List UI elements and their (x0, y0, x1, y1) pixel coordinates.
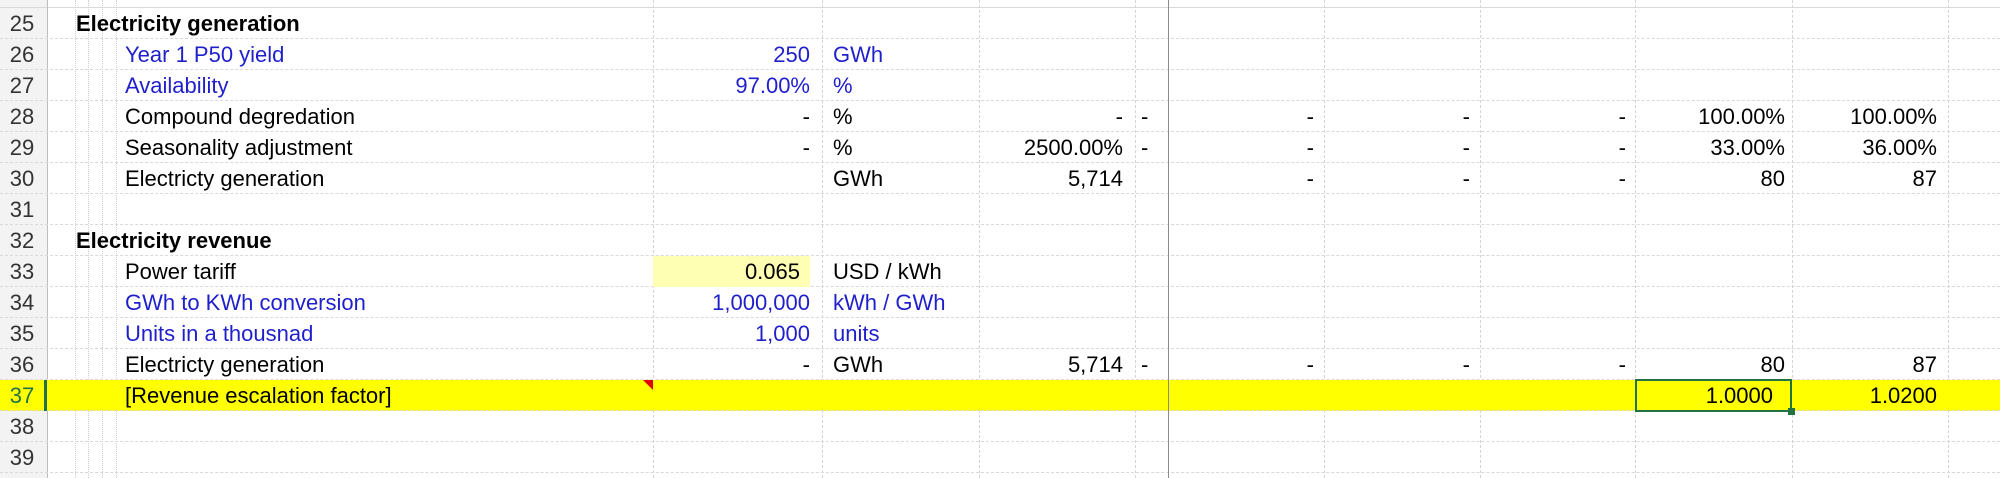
total-cell[interactable]: 2500.00% (979, 132, 1123, 163)
row-label[interactable]: [Revenue escalation factor] (125, 380, 645, 411)
timeline-cell-5[interactable]: 80 (1635, 163, 1785, 194)
total-cell[interactable]: - (979, 101, 1123, 132)
timeline-cell-4[interactable]: - (1536, 163, 1626, 194)
sheet-row-33[interactable]: 33 Power tariff 0.065 USD / kWh (0, 256, 2000, 287)
timeline-cell-2[interactable]: - (1224, 349, 1314, 380)
sheet-row-37[interactable]: 37 [Revenue escalation factor] 1.0000 1.020… (0, 379, 2000, 415)
selected-cell-outline[interactable] (1635, 379, 1792, 412)
row-number[interactable]: 29 (0, 132, 44, 163)
section-heading[interactable]: Electricity revenue (76, 225, 636, 256)
sheet-row-30[interactable]: 30 Electricty generation GWh 5,714- - -80 87 (0, 163, 2000, 194)
unit-cell[interactable]: kWh / GWh (833, 287, 983, 318)
unit-cell[interactable]: % (833, 70, 983, 101)
row-number[interactable]: 27 (0, 70, 44, 101)
section-heading[interactable]: Electricity generation (76, 8, 636, 39)
partial-row-24 (0, 0, 2000, 8)
unit-cell[interactable]: units (833, 318, 983, 349)
row-number[interactable]: 26 (0, 39, 44, 70)
input-value-cell[interactable]: 0.065 (653, 256, 810, 287)
unit-cell[interactable]: GWh (833, 39, 983, 70)
timeline-cell-6[interactable]: 1.0200 (1792, 380, 1937, 411)
row-number[interactable]: 36 (0, 349, 44, 380)
unit-cell[interactable]: GWh (833, 163, 983, 194)
input-value-cell[interactable]: 97.00% (653, 70, 810, 101)
row-number[interactable]: 39 (0, 442, 44, 473)
sheet-row-34[interactable]: 34 GWh to KWh conversion 1,000,000 kWh / GW… (0, 287, 2000, 318)
unit-cell[interactable]: % (833, 132, 983, 163)
sheet-row-27[interactable]: 27 Availability 97.00%% (0, 70, 2000, 101)
row-label[interactable]: Units in a thousnad (125, 318, 645, 349)
sheet-row-38[interactable]: 38 (0, 411, 2000, 442)
active-row-indicator (44, 380, 47, 411)
row-number[interactable]: 25 (0, 8, 44, 39)
row-label[interactable]: Year 1 P50 yield (125, 39, 645, 70)
timeline-cell-4[interactable]: - (1536, 101, 1626, 132)
spreadsheet-grid[interactable]: 25 Electricity generation 26 Year 1 P50 yie… (0, 0, 2000, 478)
timeline-cell-5[interactable]: 100.00% (1635, 101, 1785, 132)
row-number[interactable]: 34 (0, 287, 44, 318)
unit-cell[interactable]: GWh (833, 349, 983, 380)
row-number[interactable]: 30 (0, 163, 44, 194)
sheet-row-32[interactable]: 32 Electricity revenue (0, 225, 2000, 256)
sheet-row-36[interactable]: 36 Electricty generation - GWh 5,714- - - -80 87 (0, 349, 2000, 380)
total-cell[interactable]: 5,714 (979, 349, 1123, 380)
timeline-cell-2[interactable]: - (1224, 163, 1314, 194)
timeline-cell-5[interactable]: 80 (1635, 349, 1785, 380)
sheet-row-29[interactable]: 29 Seasonality adjustment -% 2500.00% - - - -33… (0, 132, 2000, 163)
input-value-cell[interactable]: 250 (653, 39, 810, 70)
row-label[interactable]: GWh to KWh conversion (125, 287, 645, 318)
sheet-row-26[interactable]: 26 Year 1 P50 yield 250 GWh (0, 39, 2000, 70)
sheet-row-31[interactable]: 31 (0, 194, 2000, 225)
row-label[interactable]: Compound degredation (125, 101, 645, 132)
row-label[interactable]: Seasonality adjustment (125, 132, 645, 163)
input-value-cell[interactable]: 1,000 (653, 318, 810, 349)
row-number[interactable]: 37 (0, 380, 44, 411)
timeline-cell-3[interactable]: - (1380, 349, 1470, 380)
timeline-cell-3[interactable]: - (1380, 163, 1470, 194)
row-number[interactable]: 38 (0, 411, 44, 442)
row-number[interactable]: 35 (0, 318, 44, 349)
input-value-cell[interactable]: 1,000,000 (653, 287, 810, 318)
row-label[interactable]: Power tariff (125, 256, 645, 287)
sheet-row-25[interactable]: 25 Electricity generation (0, 8, 2000, 39)
timeline-cell-5[interactable]: 33.00% (1635, 132, 1785, 163)
timeline-cell-3[interactable]: - (1380, 132, 1470, 163)
sheet-row-39[interactable]: 39 (0, 442, 2000, 473)
timeline-cell-2[interactable]: - (1224, 101, 1314, 132)
timeline-cell-6[interactable]: 100.00% (1792, 101, 1937, 132)
row-label[interactable]: Electricty generation (125, 163, 645, 194)
row-number[interactable]: 28 (0, 101, 44, 132)
timeline-cell-6[interactable]: 87 (1792, 163, 1937, 194)
total-cell[interactable]: 5,714 (979, 163, 1123, 194)
timeline-cell-6[interactable]: 87 (1792, 349, 1937, 380)
timeline-cell-4[interactable]: - (1536, 349, 1626, 380)
comment-indicator-icon[interactable] (643, 380, 653, 390)
input-value-cell[interactable]: - (653, 132, 810, 163)
freeze-pane-line (1168, 0, 1169, 478)
input-value-cell[interactable]: - (653, 101, 810, 132)
sheet-row-35[interactable]: 35 Units in a thousnad 1,000 units (0, 318, 2000, 349)
input-value-cell[interactable]: - (653, 349, 810, 380)
timeline-cell-2[interactable]: - (1224, 132, 1314, 163)
row-label[interactable]: Availability (125, 70, 645, 101)
row-number[interactable]: 31 (0, 194, 44, 225)
timeline-cell-4[interactable]: - (1536, 132, 1626, 163)
timeline-cell-3[interactable]: - (1380, 101, 1470, 132)
row-label[interactable]: Electricty generation (125, 349, 645, 380)
row-number[interactable]: 33 (0, 256, 44, 287)
row-number[interactable]: 32 (0, 225, 44, 256)
sheet-row-28[interactable]: 28 Compound degredation -% - - - - -100.00% 100.… (0, 101, 2000, 132)
unit-cell[interactable]: USD / kWh (833, 256, 983, 287)
timeline-cell-6[interactable]: 36.00% (1792, 132, 1937, 163)
unit-cell[interactable]: % (833, 101, 983, 132)
